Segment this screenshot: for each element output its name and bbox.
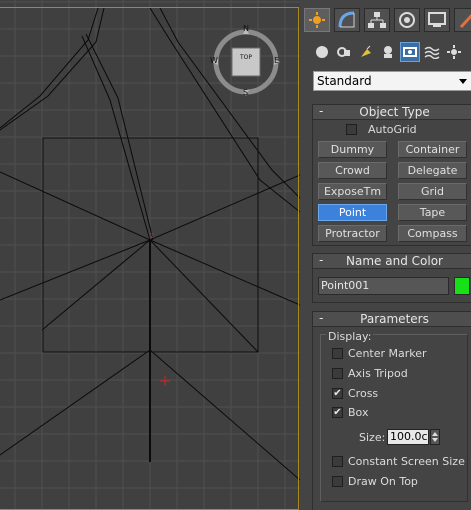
tab-create[interactable] [304,8,330,32]
display-icon [428,12,446,27]
lights-icon [361,45,371,57]
viewcube[interactable]: TOP N S W E [210,24,282,100]
rollout-title: Parameters [360,312,429,326]
create-icon [309,12,325,28]
rollout-title: Name and Color [346,254,443,268]
tab-modify[interactable] [334,8,360,32]
helpers-icon [403,47,417,57]
dummy-button[interactable]: Dummy [318,141,387,158]
compass-button[interactable]: Compass [398,225,467,242]
chevron-down-icon [459,79,467,84]
object-color-swatch[interactable] [454,277,470,295]
category-value: Standard [317,74,372,88]
center-marker-checkbox[interactable] [332,348,343,359]
top-viewport[interactable]: z TOP N S W E [0,0,300,510]
subcat-helpers[interactable] [400,42,420,62]
protractor-button[interactable]: Protractor [318,225,387,242]
draw-on-top-checkbox[interactable] [332,476,343,487]
center-marker-label: Center Marker [348,347,427,360]
rollout-parameters-header[interactable]: - Parameters [312,311,471,327]
crowd-button[interactable]: Crowd [318,162,387,179]
cursor-crosshair-icon [160,376,170,386]
size-spinner[interactable] [430,429,440,445]
shapes-icon [337,47,350,57]
box-checkbox[interactable]: ✔ [332,407,343,418]
subcat-geometry[interactable] [312,42,332,62]
command-panel: Standard - Object Type AutoGrid - Name a… [304,0,471,510]
wire-line [0,349,151,456]
rollout-object-type-header[interactable]: - Object Type [312,104,471,120]
size-input[interactable]: 100.0cm [387,429,429,445]
create-subcategories [312,42,471,66]
viewcube-top-face[interactable]: TOP [236,50,256,66]
exposetm-button[interactable]: ExposeTm [318,183,387,200]
cross-label: Cross [348,387,379,400]
modify-icon [338,11,355,28]
point-button[interactable]: Point [318,204,387,221]
compass-south: S [243,88,249,97]
draw-on-top-label: Draw On Top [348,475,418,488]
box-label: Box [348,406,369,419]
command-panel-tabs [304,8,471,34]
subcat-cameras[interactable] [378,42,398,62]
autogrid-label: AutoGrid [368,123,417,136]
rollout-name-color-header[interactable]: - Name and Color [312,253,471,269]
motion-icon [399,12,415,28]
compass-west: W [210,56,218,65]
delegate-button[interactable]: Delegate [398,162,467,179]
tab-motion[interactable] [394,8,420,32]
tab-display[interactable] [424,8,450,32]
subcat-systems[interactable] [444,42,464,62]
wire-line [0,7,105,131]
axis-tripod-label: Axis Tripod [348,367,408,380]
spinner-arrows-icon [432,432,438,442]
compass-north: N [243,24,249,33]
space-warps-icon [424,46,440,59]
cross-checkbox[interactable]: ✔ [332,388,343,399]
container-button[interactable]: Container [398,141,467,158]
grid-button[interactable]: Grid [398,183,467,200]
autogrid-checkbox[interactable] [346,124,357,135]
subcat-shapes[interactable] [334,42,354,62]
utilities-icon [459,13,471,29]
object-name-input[interactable]: Point001 [318,277,449,295]
constant-screen-size-checkbox[interactable] [332,456,343,467]
hierarchy-icon [368,12,386,28]
subcat-lights[interactable] [356,42,376,62]
constant-screen-size-label: Constant Screen Size [348,455,465,468]
tab-hierarchy[interactable] [364,8,390,32]
category-dropdown[interactable]: Standard [313,71,471,91]
display-group-label: Display: [326,330,374,343]
size-label: Size: [359,431,386,444]
tab-utilities[interactable] [454,8,471,32]
compass-east: E [274,56,280,65]
cameras-icon [384,46,392,58]
systems-icon [447,45,461,59]
geometry-icon [316,46,328,58]
pivot-marker-z: z [150,231,154,240]
wire-line [0,239,151,301]
rollout-title: Object Type [359,105,430,119]
axis-tripod-checkbox[interactable] [332,368,343,379]
subcat-space-warps[interactable] [422,42,442,62]
tape-button[interactable]: Tape [398,204,467,221]
